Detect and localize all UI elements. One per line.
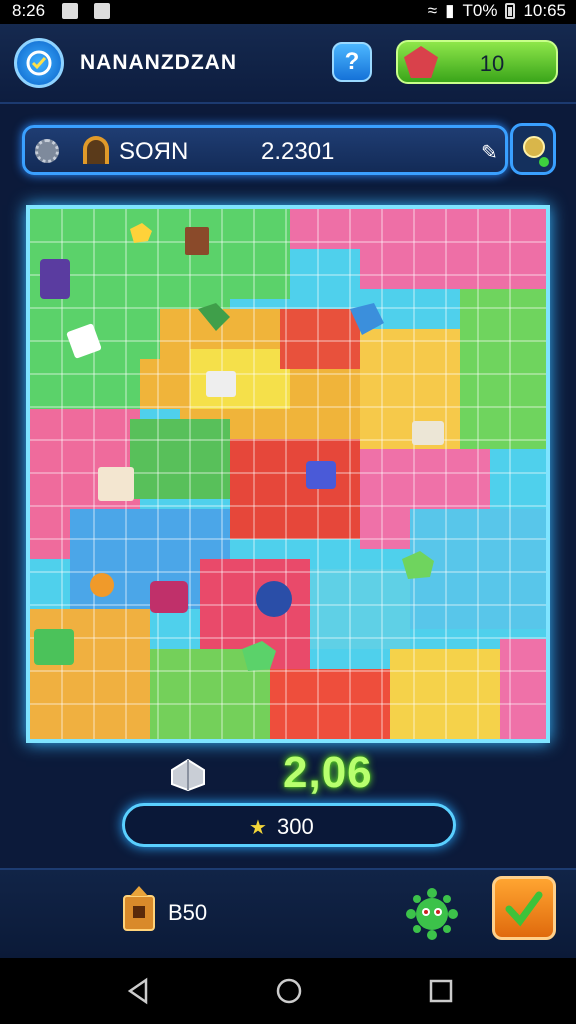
home-icon[interactable] (274, 976, 304, 1006)
gear-icon[interactable] (35, 139, 59, 163)
energy-counter[interactable]: 10 (396, 40, 558, 84)
info-bar: SOЯN 2.2301 ✎ (22, 125, 508, 175)
app-name: NANANZDZAN (80, 51, 237, 74)
back-icon[interactable] (124, 976, 154, 1006)
notification-icon (62, 3, 78, 19)
puzzle-board[interactable] (26, 205, 550, 743)
info-label: SOЯN (119, 138, 189, 165)
help-button[interactable]: ? (332, 42, 372, 82)
coin-button[interactable] (510, 123, 556, 175)
battery-icon (505, 3, 516, 19)
notification-icon-2 (94, 3, 110, 19)
pieces-icon[interactable] (168, 756, 208, 792)
puzzle-image (30, 209, 546, 739)
info-score: 2.2301 (261, 138, 335, 165)
progress-bar: ★ 300 (122, 803, 456, 847)
battery-percent: T0% (462, 1, 498, 20)
progress-value: 300 (277, 814, 314, 839)
coin-icon (523, 136, 545, 158)
star-icon: ★ (249, 817, 267, 839)
arch-icon (83, 136, 109, 164)
signal-icon: ▮ (445, 1, 455, 20)
status-time: 8:26 (12, 1, 46, 20)
top-bar: NANANZDZAN ? 10 (0, 24, 576, 104)
big-score: 2,06 (283, 748, 373, 797)
virus-icon[interactable] (406, 888, 458, 940)
bottom-dock: B50 (0, 868, 576, 958)
confirm-button[interactable] (492, 876, 556, 940)
target-logo-icon[interactable] (14, 38, 64, 88)
checkmark-icon (505, 891, 543, 927)
wifi-icon: ≈ (427, 1, 438, 20)
status-bar: 8:26 ≈ ▮ T0% 10:65 (0, 0, 576, 24)
chest-count: B50 (168, 900, 208, 925)
notification-dot (539, 157, 549, 167)
status-clock: 10:65 (523, 1, 566, 20)
recents-icon[interactable] (426, 976, 456, 1006)
energy-value: 10 (479, 51, 505, 76)
chest-icon[interactable] (120, 884, 158, 934)
system-nav-bar (0, 958, 576, 1024)
pencil-icon[interactable]: ✎ (481, 140, 498, 165)
